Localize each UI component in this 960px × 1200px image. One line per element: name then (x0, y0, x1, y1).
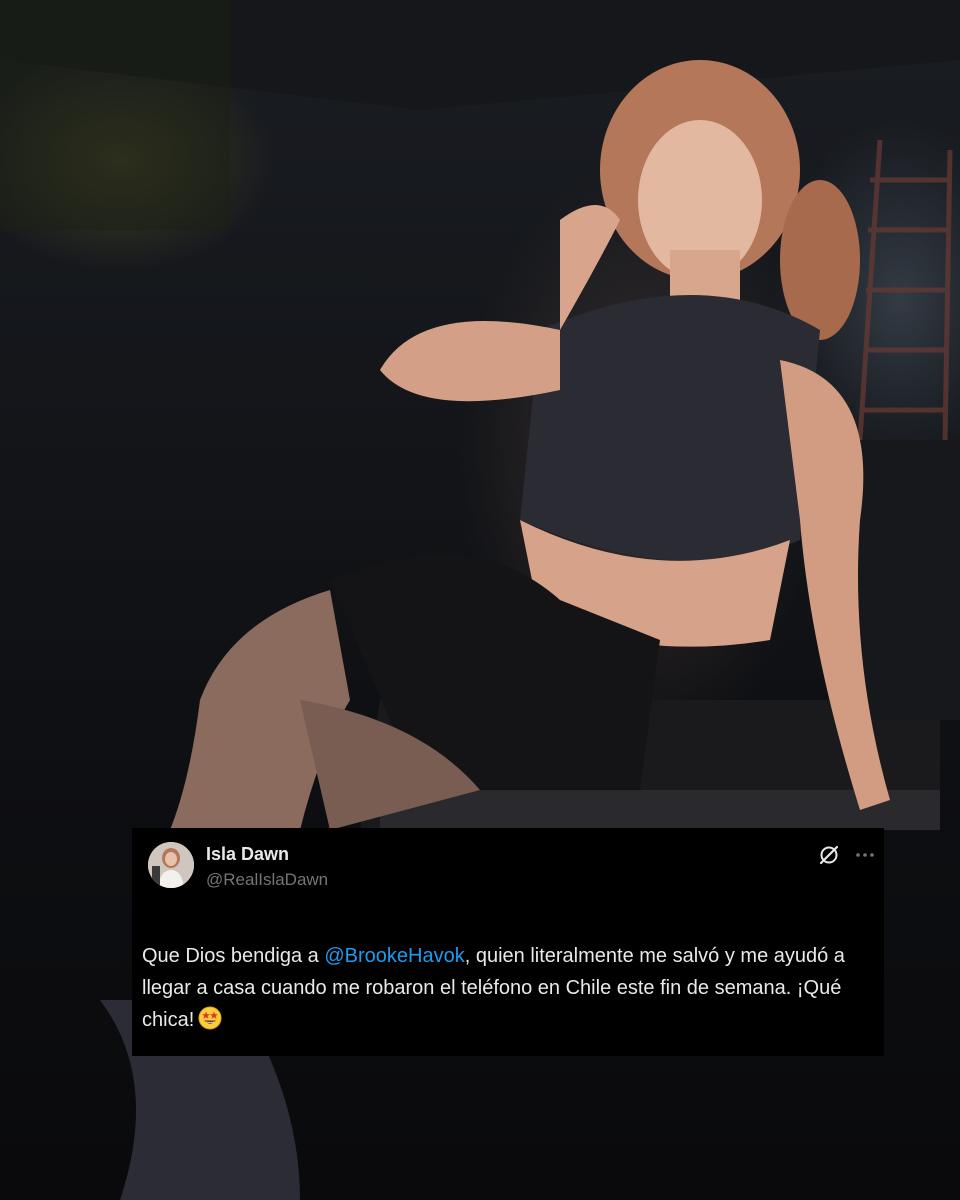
tweet-text-start: Que Dios bendiga a (142, 945, 325, 967)
mention-link[interactable]: @BrookeHavok (324, 945, 464, 967)
grok-icon[interactable] (818, 844, 840, 866)
star-struck-emoji-icon (198, 1006, 222, 1030)
avatar-image (148, 842, 194, 888)
tweet-card: Isla Dawn @RealIslaDawn Que Dios bendiga… (132, 828, 884, 1056)
more-icon[interactable] (854, 844, 876, 866)
handle[interactable]: @RealIslaDawn (206, 870, 328, 890)
tweet-text: Que Dios bendiga a @BrookeHavok, quien l… (142, 940, 874, 1036)
display-name[interactable]: Isla Dawn (206, 844, 289, 865)
avatar[interactable] (148, 842, 194, 888)
